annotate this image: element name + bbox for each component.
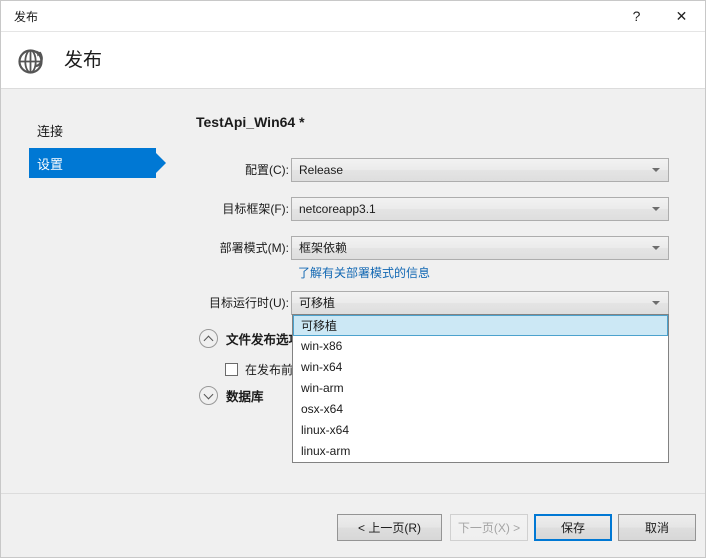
dialog-header: 发布 [1,32,705,89]
settings-form: TestApi_Win64 * 配置(C): Release 目标框架(F): … [176,89,705,493]
section-file-publish-options[interactable]: 文件发布选项 [199,329,301,348]
deployment-mode-label: 部署模式(M): [219,241,289,255]
target-runtime-select[interactable]: 可移植 [291,291,669,315]
target-runtime-label: 目标运行时(U): [209,296,289,310]
dropdown-option[interactable]: linux-x64 [293,420,668,441]
checkbox-label: 在发布前 [245,363,294,377]
save-button[interactable]: 保存 [534,514,612,541]
chevron-down-icon [652,246,660,250]
publish-globe-icon [18,49,43,74]
target-framework-value: netcoreapp3.1 [299,202,376,216]
publish-dialog-window: 发布 ? ✕ 发布 连接 设置 TestApi_Win64 * 配置(C): R… [0,0,706,558]
target-framework-label: 目标框架(F): [222,202,289,216]
checkbox-box [225,363,238,376]
target-runtime-value: 可移植 [299,296,336,310]
dropdown-option[interactable]: win-x86 [293,336,668,357]
chevron-down-icon [652,207,660,211]
dropdown-option[interactable]: win-x64 [293,357,668,378]
section-title: 数据库 [226,390,264,404]
previous-button[interactable]: < 上一页(R) [337,514,442,541]
dialog-footer: < 上一页(R) 下一页(X) > 保存 取消 [1,493,705,557]
target-framework-select[interactable]: netcoreapp3.1 [291,197,669,221]
header-title: 发布 [64,50,103,71]
section-title: 文件发布选项 [226,333,302,347]
dialog-body: 连接 设置 TestApi_Win64 * 配置(C): Release 目标框… [1,89,705,493]
page-title: TestApi_Win64 * [196,114,305,130]
window-title: 发布 [14,10,39,24]
deployment-mode-select[interactable]: 框架依赖 [291,236,669,260]
sidebar-item-label: 设置 [37,156,64,172]
chevron-down-icon [652,168,660,172]
sidebar-item-settings[interactable]: 设置 [29,148,166,178]
configuration-label: 配置(C): [245,163,289,177]
chevron-down-icon [652,301,660,305]
close-icon: ✕ [675,8,688,24]
deployment-mode-info-link[interactable]: 了解有关部署模式的信息 [298,265,430,281]
title-bar: 发布 ? ✕ [1,1,705,32]
section-database[interactable]: 数据库 [199,386,264,405]
next-button: 下一页(X) > [450,514,528,541]
configuration-value: Release [299,163,344,177]
help-button[interactable]: ? [614,1,659,31]
deployment-mode-value: 框架依赖 [299,241,348,255]
sidebar-item-label: 连接 [37,123,64,139]
configuration-select[interactable]: Release [291,158,669,182]
question-mark-icon: ? [632,8,641,24]
target-runtime-dropdown-list[interactable]: 可移植 win-x86 win-x64 win-arm osx-x64 linu… [292,314,669,463]
sidebar-item-connection[interactable]: 连接 [29,115,156,145]
chevron-up-icon [199,329,218,348]
chevron-down-icon [199,386,218,405]
cancel-button[interactable]: 取消 [618,514,696,541]
selection-arrow-icon [156,153,166,173]
dropdown-option[interactable]: 可移植 [293,315,668,336]
close-button[interactable]: ✕ [659,1,704,31]
delete-existing-files-checkbox[interactable]: 在发布前 [225,361,293,378]
dropdown-option[interactable]: linux-arm [293,441,668,462]
dropdown-option[interactable]: win-arm [293,378,668,399]
sidebar: 连接 设置 [1,89,176,493]
dropdown-option[interactable]: osx-x64 [293,399,668,420]
